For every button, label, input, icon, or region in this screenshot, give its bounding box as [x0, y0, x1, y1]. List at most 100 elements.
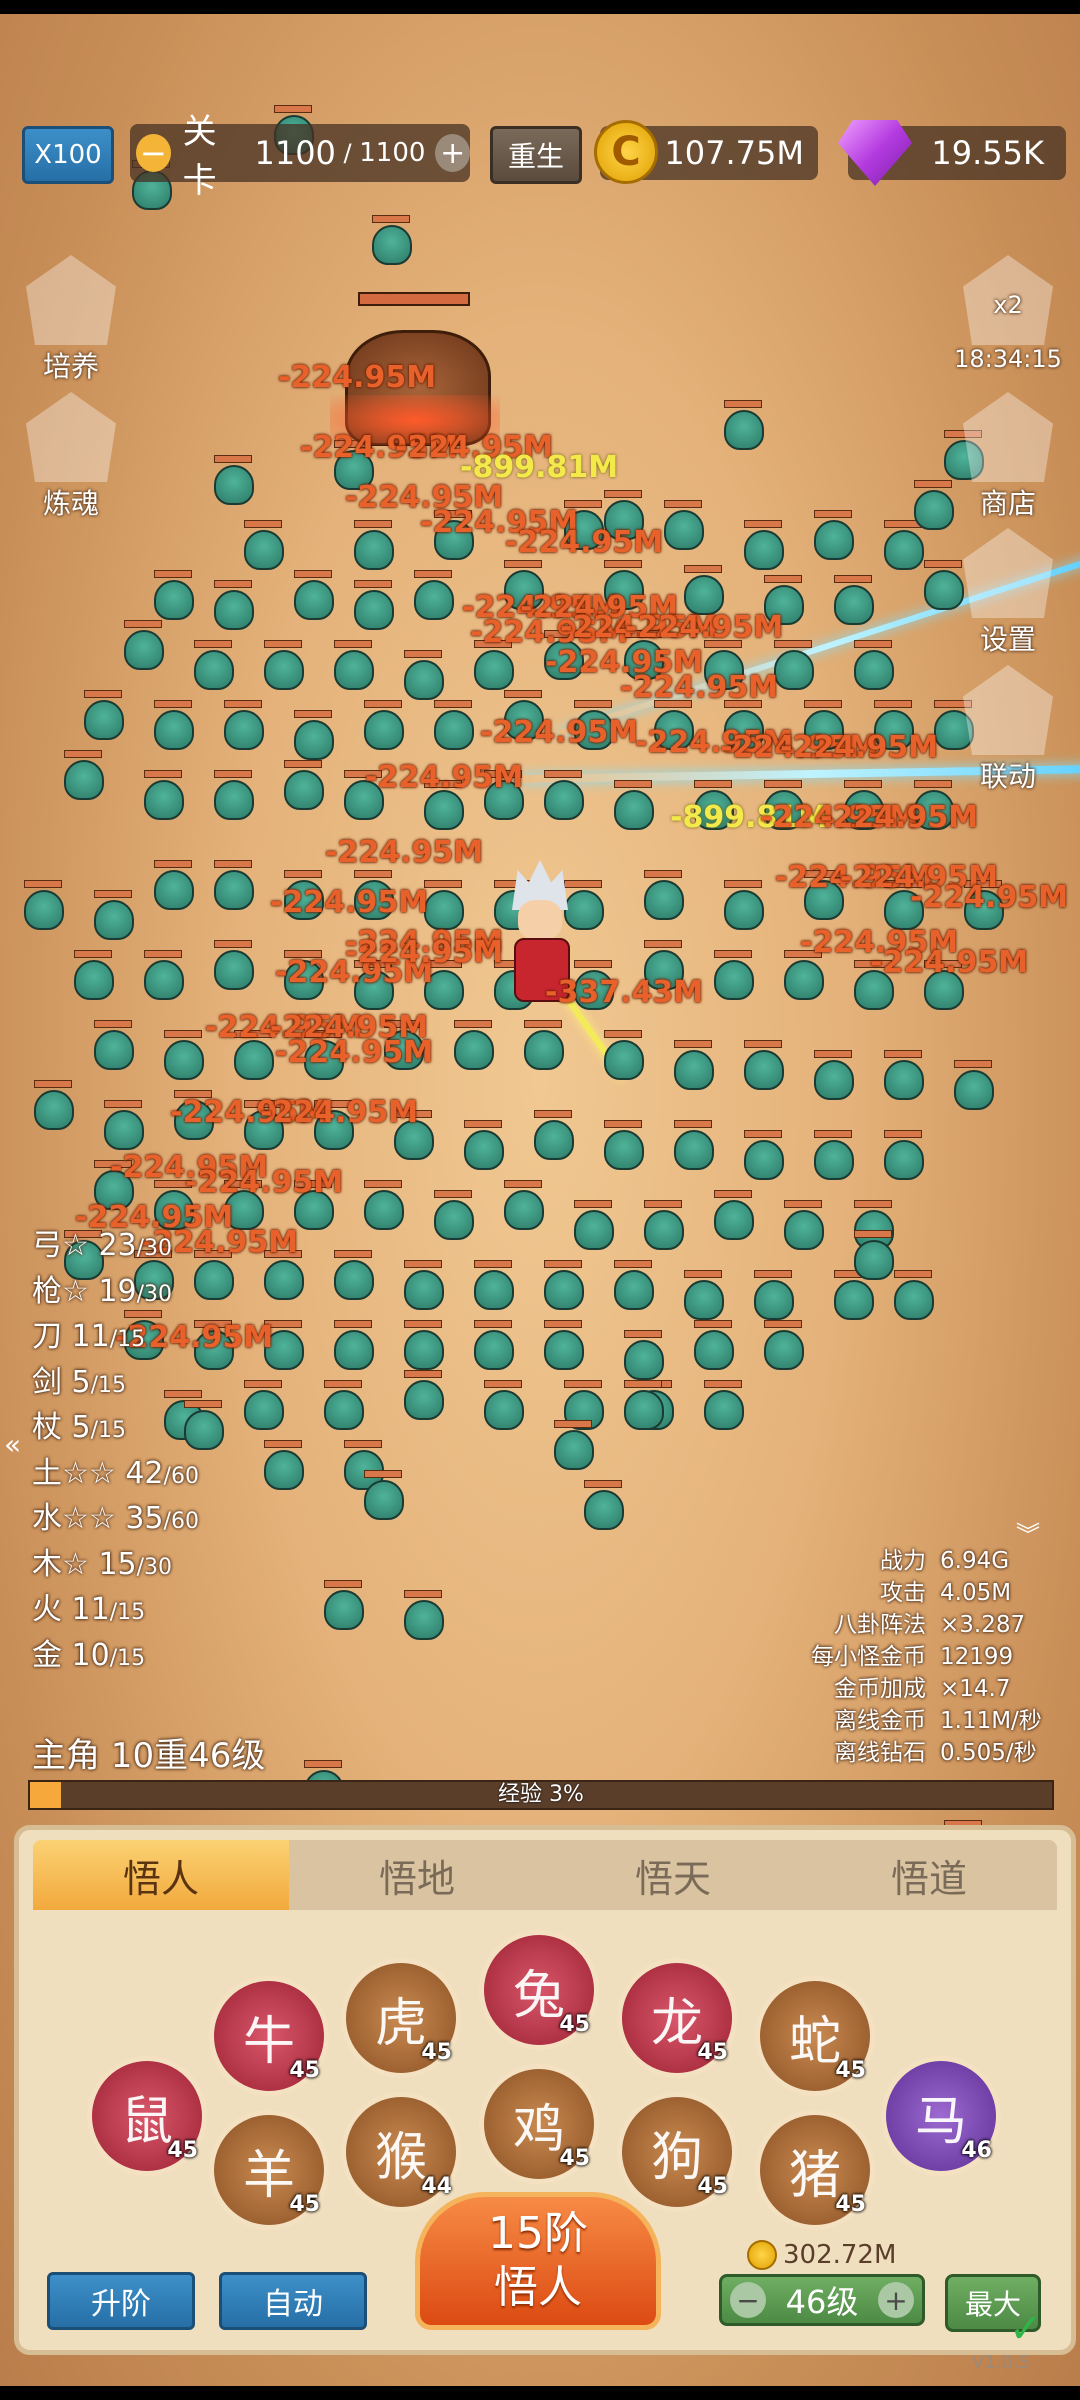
zodiac-animal-icon: 猴 — [374, 2127, 427, 2188]
monster — [210, 940, 254, 990]
stat-value: 0.505/秒 — [940, 1740, 1037, 1766]
cultivate-icon — [26, 255, 116, 345]
stat-value: 6.94G — [940, 1548, 1010, 1574]
zodiac-level: 44 — [421, 2174, 452, 2199]
weapon-current: 23 — [98, 1228, 137, 1263]
tab-wuren[interactable]: 悟人 — [33, 1840, 289, 1910]
level-minus-button[interactable]: − — [730, 2282, 766, 2318]
main-enlighten-button[interactable]: 15阶 悟人 — [415, 2192, 661, 2330]
weapon-name: 枪☆ — [32, 1273, 89, 1309]
panel-tabs: 悟人 悟地 悟天 悟道 — [33, 1840, 1057, 1910]
monster — [750, 1270, 794, 1320]
game-canvas[interactable]: -224.95M -224.95M -224.95M -899.81M -224.95M… — [0, 0, 1080, 2400]
monster — [240, 1380, 284, 1430]
auto-button[interactable]: 自动 — [219, 2272, 367, 2330]
damage-number: -224.95M — [278, 360, 437, 395]
stats-list: 战力 6.94G 攻击 4.05M 八卦阵法 ×3.287 每小怪金币 12199 金币加成 ×1… — [811, 1545, 1050, 1769]
speed-button[interactable]: X100 — [22, 126, 114, 184]
gold-display: C 107.75M — [594, 120, 818, 184]
settings-button[interactable]: 设置 — [953, 528, 1063, 658]
stat-row: 八卦阵法 ×3.287 — [811, 1609, 1050, 1641]
collapse-arrow-icon[interactable]: « — [4, 1428, 21, 1461]
weapon-name: 木☆ — [32, 1546, 89, 1582]
zodiac-level: 45 — [835, 2058, 866, 2083]
bonus-timer: 18:34:15 — [954, 345, 1062, 373]
status-bar — [0, 0, 1080, 14]
zodiac-6[interactable]: 兔 45 — [479, 1930, 599, 2050]
monster — [670, 1040, 714, 1090]
stat-row: 战力 6.94G — [811, 1545, 1050, 1577]
monster — [640, 870, 684, 920]
zodiac-7[interactable]: 鸡 45 — [479, 2064, 599, 2184]
stage-minus-button[interactable]: − — [136, 134, 171, 172]
rebirth-button[interactable]: 重生 — [490, 126, 582, 184]
monster — [680, 1270, 724, 1320]
weapon-name: 火 — [32, 1592, 62, 1627]
tab-wutian[interactable]: 悟天 — [545, 1840, 801, 1910]
zodiac-9[interactable]: 狗 45 — [617, 2092, 737, 2212]
exp-bar: 经验 3% — [28, 1780, 1054, 1810]
monster — [290, 710, 334, 760]
upgrade-button[interactable]: 升阶 — [47, 2272, 195, 2330]
zodiac-level: 45 — [835, 2192, 866, 2217]
zodiac-animal-icon: 鼠 — [120, 2091, 173, 2152]
monster — [210, 580, 254, 630]
weapon-max: /30 — [136, 1554, 173, 1580]
monster — [330, 640, 374, 690]
zodiac-5[interactable]: 猴 44 — [341, 2092, 461, 2212]
zodiac-1[interactable]: 鼠 45 — [87, 2056, 207, 2176]
monster — [660, 500, 704, 550]
hero-level: 主角 10重46级 — [32, 1736, 266, 1776]
zodiac-2[interactable]: 牛 45 — [209, 1976, 329, 2096]
zodiac-12[interactable]: 马 46 — [881, 2056, 1001, 2176]
bonus-bag-button[interactable]: x2 18:34:15 — [953, 255, 1063, 373]
stage-total: 1100 — [359, 138, 426, 168]
exp-label: 经验 3% — [498, 1782, 584, 1807]
zodiac-8[interactable]: 龙 45 — [617, 1958, 737, 2078]
weapon-max: /15 — [90, 1418, 127, 1443]
stat-value: ×14.7 — [940, 1676, 1011, 1702]
stage-bar: − 关卡 1100 / 1100 + — [130, 112, 470, 201]
stat-value: 4.05M — [940, 1580, 1012, 1606]
damage-number: -224.95M — [505, 525, 664, 560]
cultivate-button[interactable]: 培养 — [16, 255, 126, 385]
gem-display: 19.55K — [838, 120, 1066, 186]
stage-plus-button[interactable]: + — [435, 134, 470, 172]
monster — [710, 1190, 754, 1240]
monster — [740, 520, 784, 570]
tab-wudi[interactable]: 悟地 — [289, 1840, 545, 1910]
tab-wudao[interactable]: 悟道 — [801, 1840, 1057, 1910]
link-button[interactable]: 联动 — [953, 665, 1063, 795]
monster — [890, 1270, 934, 1320]
weapon-list: 弓☆ 23/30 枪☆ 19/30 刀 11/15 剑 5/15 杖 5/15 土☆☆ 4… — [32, 1225, 199, 1680]
zodiac-animal-icon: 龙 — [650, 1993, 703, 2054]
refine-button[interactable]: 炼魂 — [16, 392, 126, 522]
weapon-current: 19 — [98, 1273, 137, 1309]
stat-row: 每小怪金币 12199 — [811, 1641, 1050, 1673]
damage-number: -224.95M — [325, 835, 484, 870]
monster — [460, 1120, 504, 1170]
level-plus-button[interactable]: + — [877, 2282, 914, 2318]
monster — [880, 1130, 924, 1180]
weapon-max: /15 — [109, 1327, 146, 1352]
monster — [330, 1320, 374, 1370]
monster — [210, 455, 254, 505]
shop-button[interactable]: 商店 — [953, 392, 1063, 522]
monster — [360, 700, 404, 750]
weapon-name: 剑 — [32, 1364, 62, 1400]
zodiac-level: 45 — [697, 2040, 728, 2065]
monster — [150, 860, 194, 910]
shop-gem-icon — [963, 392, 1053, 482]
monster — [810, 510, 854, 560]
zodiac-11[interactable]: 猪 45 — [755, 2110, 875, 2230]
zodiac-animal-icon: 狗 — [650, 2127, 703, 2188]
monster — [480, 1380, 524, 1430]
monster — [520, 1020, 564, 1070]
zodiac-4[interactable]: 虎 45 — [341, 1958, 461, 2078]
monster — [880, 1050, 924, 1100]
zodiac-10[interactable]: 蛇 45 — [755, 1976, 875, 2096]
zodiac-3[interactable]: 羊 45 — [209, 2110, 329, 2230]
cultivate-label: 培养 — [42, 350, 99, 383]
money-bag-icon: x2 — [963, 255, 1053, 345]
weapon-max: /15 — [109, 1600, 146, 1625]
